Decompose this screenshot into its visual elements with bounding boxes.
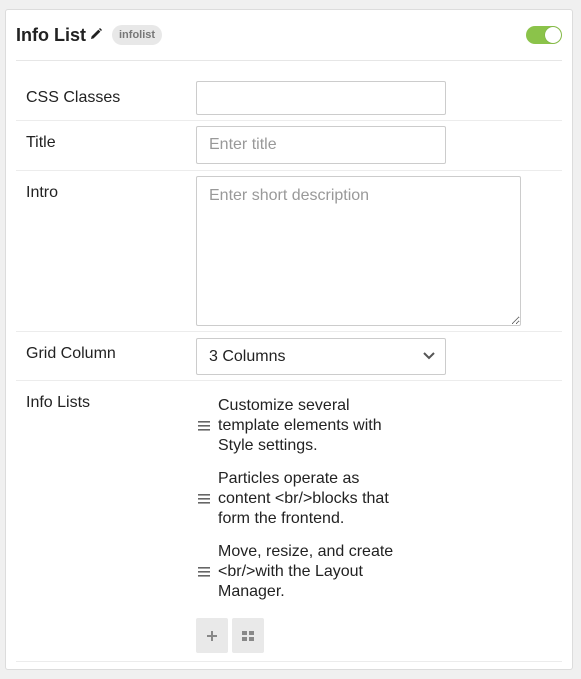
- css-classes-input[interactable]: [196, 81, 446, 115]
- row-title: Title: [16, 121, 562, 171]
- list-item[interactable]: Move, resize, and create <br/>with the L…: [196, 542, 416, 602]
- grid-column-value: 3 Columns: [209, 348, 286, 365]
- enable-toggle[interactable]: [526, 26, 562, 44]
- grid-column-label: Grid Column: [26, 345, 116, 362]
- list-item[interactable]: Particles operate as content <br/>blocks…: [196, 469, 416, 529]
- panel-title: Info List: [16, 25, 86, 45]
- pencil-icon[interactable]: [90, 28, 102, 40]
- intro-label: Intro: [26, 184, 59, 201]
- panel-header: Info List infolist: [6, 10, 572, 60]
- add-item-button[interactable]: [196, 618, 228, 653]
- title-input[interactable]: [196, 126, 446, 164]
- toggle-knob: [545, 27, 561, 43]
- row-css-classes: CSS Classes: [16, 61, 562, 121]
- edit-all-button[interactable]: [232, 618, 264, 653]
- type-badge: infolist: [112, 25, 163, 45]
- row-grid-column: Grid Column 3 Columns: [16, 332, 562, 381]
- list-item[interactable]: Customize several template elements with…: [196, 396, 416, 456]
- list-item-text: Move, resize, and create <br/>with the L…: [218, 543, 394, 600]
- grid-icon: [242, 631, 254, 641]
- row-info-lists: Info Lists Customize several template el…: [16, 381, 562, 662]
- list-item-text: Customize several template elements with…: [218, 397, 382, 454]
- drag-handle-icon[interactable]: [198, 566, 210, 578]
- chevron-down-icon: [423, 352, 435, 360]
- particle-panel: Info List infolist CSS Classes Title Int…: [5, 9, 573, 670]
- title-label: Title: [26, 134, 56, 151]
- plus-icon: [207, 631, 217, 641]
- settings-form: CSS Classes Title Intro Grid Column 3 Co…: [16, 60, 562, 662]
- drag-handle-icon[interactable]: [198, 493, 210, 505]
- css-classes-label: CSS Classes: [26, 89, 121, 106]
- intro-textarea[interactable]: [196, 176, 521, 326]
- row-intro: Intro: [16, 171, 562, 332]
- info-lists-label: Info Lists: [26, 394, 91, 411]
- list-item-text: Particles operate as content <br/>blocks…: [218, 470, 389, 527]
- drag-handle-icon[interactable]: [198, 420, 210, 432]
- grid-column-select[interactable]: 3 Columns: [196, 338, 446, 375]
